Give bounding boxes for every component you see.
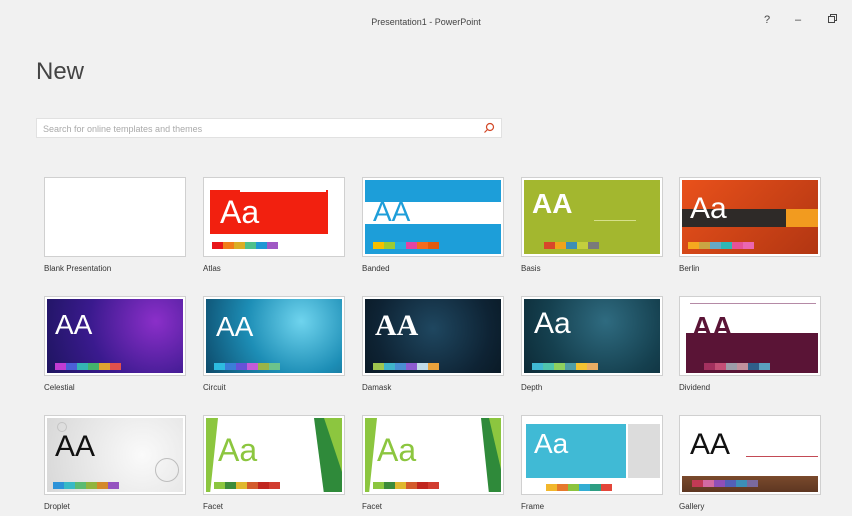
template-label: Dividend bbox=[679, 383, 711, 392]
template-label: Depth bbox=[521, 383, 543, 392]
template-label: Blank Presentation bbox=[44, 264, 112, 273]
template-thumbnail-facet-green[interactable]: Aa bbox=[203, 415, 345, 495]
template-thumbnail-basis[interactable]: AA bbox=[521, 177, 663, 257]
celestial-sample-text: AA bbox=[55, 309, 93, 340]
template-thumbnail-celestial[interactable]: AA bbox=[44, 296, 186, 376]
facet-green-sample-text: Aa bbox=[218, 432, 258, 468]
template-label: Circuit bbox=[203, 383, 226, 392]
berlin-sample-text: Aa bbox=[690, 192, 727, 225]
depth-sample-text: Aa bbox=[534, 307, 571, 340]
template-thumbnail-circuit[interactable]: AA bbox=[203, 296, 345, 376]
template-thumbnail-dividend[interactable]: AA bbox=[679, 296, 821, 376]
template-search bbox=[36, 118, 502, 138]
template-label: Droplet bbox=[44, 502, 70, 511]
circuit-sample-text: AA bbox=[216, 311, 254, 342]
damask-sample-text: AA bbox=[375, 309, 419, 342]
frame-sample-text: Aa bbox=[534, 428, 569, 459]
template-thumbnail-banded[interactable]: AA bbox=[362, 177, 504, 257]
minimize-button[interactable]: – bbox=[788, 12, 808, 28]
restore-icon bbox=[827, 14, 837, 23]
template-thumbnail-frame[interactable]: Aa bbox=[521, 415, 663, 495]
template-label: Facet bbox=[362, 502, 383, 511]
template-label: Berlin bbox=[679, 264, 700, 273]
template-thumbnail-droplet[interactable]: AA bbox=[44, 415, 186, 495]
droplet-sample-text: AA bbox=[55, 430, 96, 463]
template-label: Facet bbox=[203, 502, 224, 511]
template-label: Atlas bbox=[203, 264, 221, 273]
template-thumbnail-depth[interactable]: Aa bbox=[521, 296, 663, 376]
search-icon[interactable] bbox=[483, 122, 495, 134]
banded-sample-text: AA bbox=[373, 196, 411, 227]
template-thumbnail-atlas[interactable]: Aa bbox=[203, 177, 345, 257]
page-title: New bbox=[36, 58, 85, 85]
title-bar: Presentation1 - PowerPoint ? – bbox=[0, 0, 852, 44]
template-label: Banded bbox=[362, 264, 390, 273]
template-thumbnail-gallery[interactable]: AA bbox=[679, 415, 821, 495]
facet-sample-text: Aa bbox=[377, 432, 417, 468]
dividend-sample-text: AA bbox=[692, 311, 733, 342]
template-label: Basis bbox=[521, 264, 541, 273]
template-thumbnail-facet[interactable]: Aa bbox=[362, 415, 504, 495]
search-input[interactable] bbox=[37, 120, 489, 138]
basis-sample-text: AA bbox=[532, 188, 573, 219]
template-label: Celestial bbox=[44, 383, 75, 392]
template-thumbnail-blank[interactable] bbox=[44, 177, 186, 257]
atlas-sample-text: Aa bbox=[220, 194, 260, 230]
window-title: Presentation1 - PowerPoint bbox=[371, 17, 481, 27]
gallery-sample-text: AA bbox=[690, 428, 731, 461]
template-label: Gallery bbox=[679, 502, 705, 511]
restore-button[interactable] bbox=[822, 12, 842, 28]
template-thumbnail-berlin[interactable]: Aa bbox=[679, 177, 821, 257]
template-thumbnail-damask[interactable]: AA bbox=[362, 296, 504, 376]
template-label: Frame bbox=[521, 502, 545, 511]
template-label: Damask bbox=[362, 383, 392, 392]
help-button[interactable]: ? bbox=[757, 12, 777, 28]
